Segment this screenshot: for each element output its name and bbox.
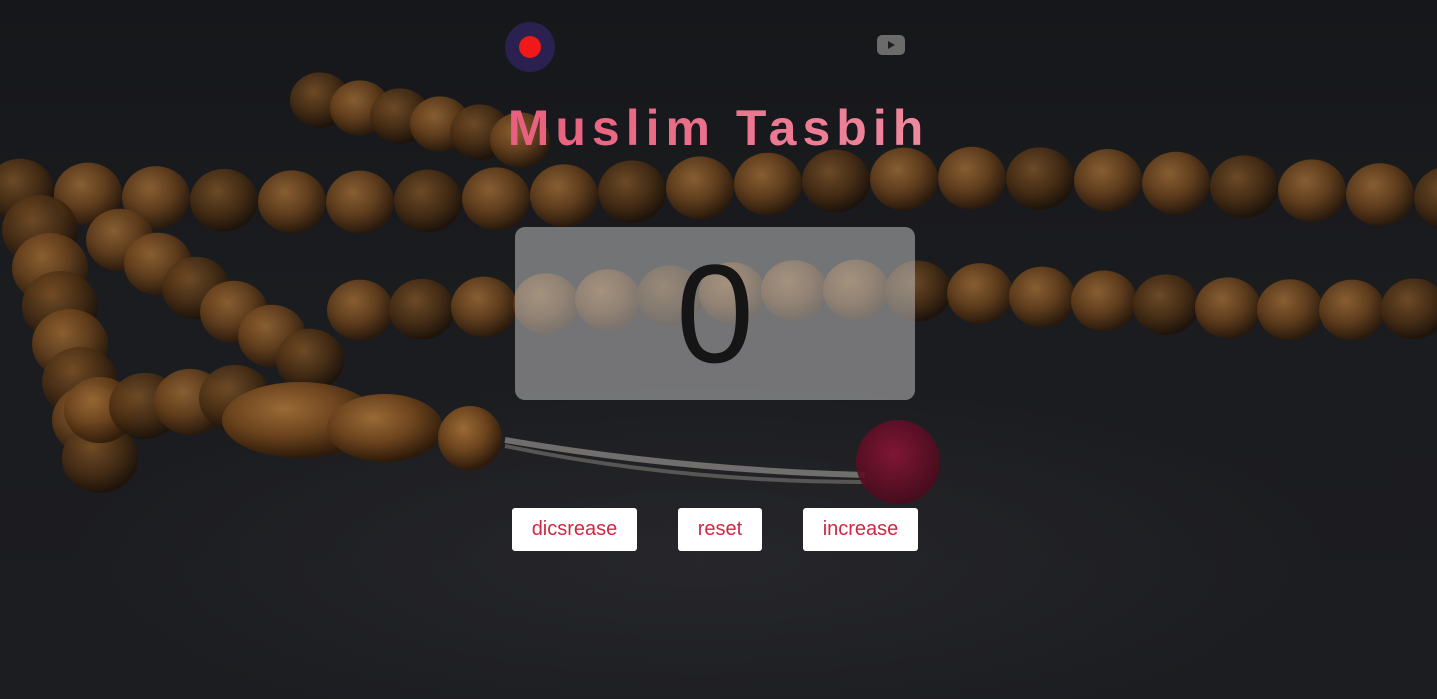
page-title: Muslim Tasbih xyxy=(0,98,1437,158)
counter-value: 0 xyxy=(676,234,754,392)
top-bar xyxy=(505,22,905,72)
youtube-icon xyxy=(888,41,895,49)
record-icon xyxy=(519,36,541,58)
record-button[interactable] xyxy=(505,22,555,72)
youtube-button[interactable] xyxy=(877,35,905,55)
reset-button[interactable]: reset xyxy=(678,508,762,551)
app-stage: Muslim Tasbih 0 dicsrease reset increase xyxy=(0,0,1437,699)
counter-display: 0 xyxy=(515,227,915,400)
increase-button[interactable]: increase xyxy=(803,508,918,551)
decrease-button[interactable]: dicsrease xyxy=(512,508,637,551)
